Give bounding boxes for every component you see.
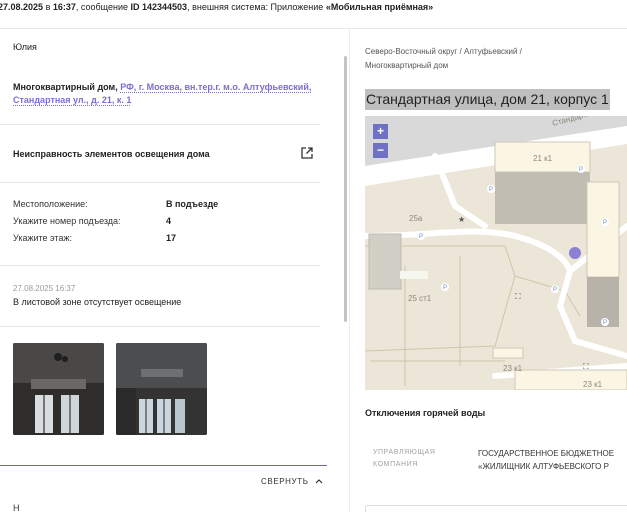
hot-water-title: Отключения горячей воды: [365, 408, 486, 418]
chevron-up-icon: [315, 477, 323, 486]
detail-value: 17: [166, 233, 177, 243]
map-canvas: Стандартн 21 к1 25а 25 ст1 23 к1 23 к1 P…: [365, 116, 627, 390]
svg-text:P: P: [603, 320, 607, 326]
message-id-label: ID: [130, 2, 140, 12]
address-title: Стандартная улица, дом 21, корпус 1: [365, 89, 610, 110]
collapse-button[interactable]: СВЕРНУТЬ: [261, 477, 323, 486]
message-date-in: в: [45, 2, 51, 12]
location-marker-icon: [569, 247, 581, 259]
detail-value: В подъезде: [166, 199, 219, 209]
map-building-label: 21 к1: [533, 154, 553, 163]
comment-date: 27.08.2025 16:37: [13, 284, 76, 293]
map-building-label: 23 к1: [503, 364, 523, 373]
svg-text:P: P: [603, 220, 607, 226]
zoom-in-button[interactable]: +: [373, 124, 388, 139]
divider: [0, 326, 320, 327]
message-date: 27.08.2025: [0, 2, 44, 12]
detail-key: Укажите этаж:: [13, 233, 72, 243]
divider: [0, 182, 320, 183]
section-divider: [0, 465, 327, 466]
detail-value: 4: [166, 216, 172, 226]
object-address: Многоквартирный дом, РФ, г. Москва, вн.т…: [13, 81, 321, 107]
divider: [0, 265, 320, 266]
management-company-line: ГОСУДАРСТВЕННОЕ БЮДЖЕТНОЕ: [478, 449, 615, 458]
zoom-out-button[interactable]: −: [373, 143, 388, 158]
address-panel: Северо-Восточный округ / Алтуфьевский / …: [350, 29, 627, 512]
collapse-label: СВЕРНУТЬ: [261, 477, 309, 486]
management-company-line: «ЖИЛИЩНИК АЛТУФЬЕВСКОГО Р: [478, 462, 609, 471]
svg-text:⛶: ⛶: [582, 362, 589, 371]
building-type: Многоквартирный дом,: [13, 82, 118, 92]
photo-thumbnail[interactable]: [13, 343, 104, 435]
map-building-label: 25 ст1: [408, 294, 432, 303]
svg-text:P: P: [553, 287, 557, 293]
message-time: 16:37: [52, 2, 76, 12]
request-details-panel: Юлия Многоквартирный дом, РФ, г. Москва,…: [0, 29, 345, 512]
scrollbar[interactable]: [344, 56, 347, 322]
message-header: 27.08.2025 в 16:37, сообщение ID 1423445…: [0, 0, 627, 29]
issue-title: Неисправность элементов освещения дома: [13, 149, 210, 159]
svg-text:P: P: [443, 285, 447, 291]
breadcrumb: Северо-Восточный округ / Алтуфьевский / …: [365, 47, 522, 70]
message-id: 142344503: [142, 2, 188, 12]
map-building-label: 23 к1: [583, 380, 603, 389]
external-system-name: «Мобильная приёмная»: [325, 2, 434, 12]
detail-key: Местоположение:: [13, 199, 88, 209]
management-company-value: ГОСУДАРСТВЕННОЕ БЮДЖЕТНОЕ «ЖИЛИЩНИК АЛТУ…: [478, 447, 627, 473]
author-name: Юлия: [13, 42, 37, 52]
svg-text:⛶: ⛶: [514, 292, 521, 301]
message-prefix: , сообщение: [75, 2, 128, 12]
detail-key: Укажите номер подъезда:: [13, 216, 121, 226]
svg-text:★: ★: [458, 215, 465, 224]
external-link-icon[interactable]: [300, 146, 314, 160]
comment-text: В листовой зоне отсутствует освещение: [13, 297, 182, 307]
info-box: [365, 505, 627, 512]
management-company-label: УПРАВЛЯЮЩАЯ КОМПАНИЯ: [373, 449, 436, 468]
photo-thumbnail[interactable]: [116, 343, 207, 435]
external-system-prefix: , внешняя система: Приложение: [187, 2, 324, 12]
svg-text:P: P: [579, 167, 583, 173]
map[interactable]: Стандартн 21 к1 25а 25 ст1 23 к1 23 к1 P…: [365, 116, 627, 390]
svg-text:P: P: [419, 234, 423, 240]
svg-text:P: P: [489, 187, 493, 193]
map-building-label: 25а: [409, 214, 423, 223]
divider: [0, 124, 320, 125]
message-header-line: 27.08.2025 в 16:37, сообщение ID 1423445…: [0, 2, 433, 12]
